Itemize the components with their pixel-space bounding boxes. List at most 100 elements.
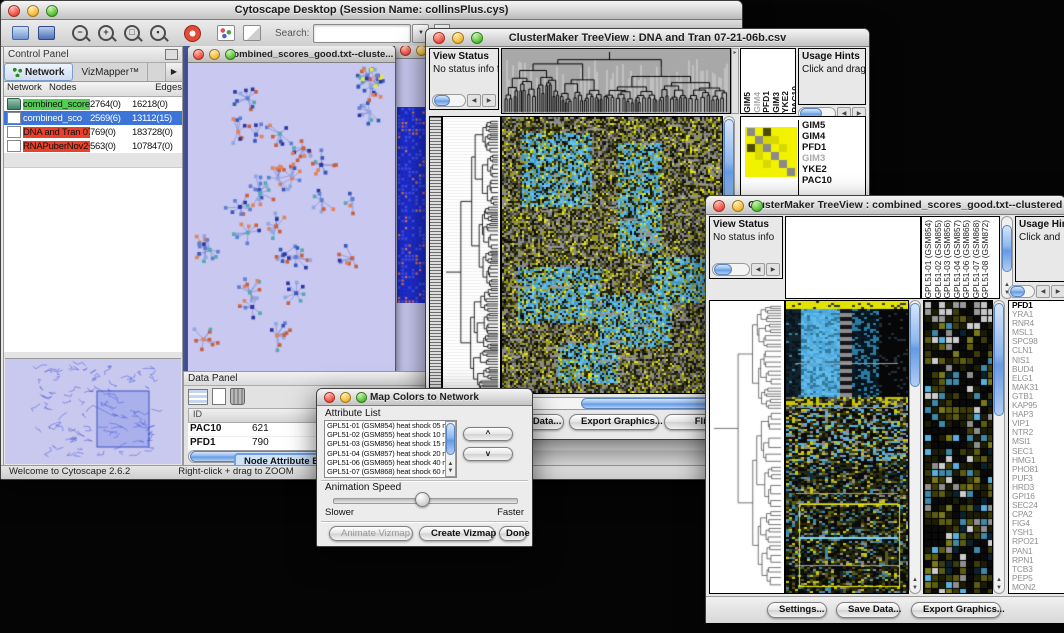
map-colors-dialog[interactable]: Map Colors to Network Attribute List GPL… xyxy=(316,388,533,547)
done-button[interactable]: Done xyxy=(499,526,527,541)
zoom-window-icon[interactable] xyxy=(46,5,58,17)
tv2-save-data-button[interactable]: Save Data... xyxy=(836,602,900,618)
gene-label[interactable]: GIM3 xyxy=(799,153,865,164)
tv1-row-dendrogram[interactable] xyxy=(442,116,501,394)
delete-attribute-icon[interactable] xyxy=(230,388,245,405)
attribute-list-vscrollbar[interactable]: ▲▼ xyxy=(445,421,456,477)
tv2-column-dendrogram[interactable] xyxy=(785,216,921,299)
network-name: RNAPuberNov2+ xyxy=(23,141,90,152)
minimize-icon[interactable] xyxy=(732,200,744,212)
float-panel-icon[interactable] xyxy=(165,49,178,60)
zoom-out-button[interactable]: − xyxy=(69,23,91,43)
dialog-titlebar[interactable]: Map Colors to Network xyxy=(317,389,532,406)
network-view-canvas[interactable] xyxy=(188,63,393,371)
network-table-row[interactable]: DNA and Tran 07 769(0) 183728(0) xyxy=(4,125,182,139)
zoom-window-icon[interactable] xyxy=(225,49,236,60)
zoom-out-icon: − xyxy=(72,25,88,41)
help-button[interactable] xyxy=(181,23,203,43)
close-icon[interactable] xyxy=(400,46,411,56)
tv2-heatmap[interactable] xyxy=(785,300,909,594)
vizmapper-button[interactable] xyxy=(215,23,237,43)
zoom-window-icon[interactable] xyxy=(356,392,367,403)
attribute-item[interactable]: GPL51-01 (GSM854) heat shock 05 min xyxy=(325,421,445,430)
tv2-export-graphics-button[interactable]: Export Graphics... xyxy=(911,602,1001,618)
tv2-view-status-panel: View Status No status info ◀▶ xyxy=(709,216,783,279)
minimize-icon[interactable] xyxy=(209,49,220,60)
search-input[interactable] xyxy=(313,24,411,43)
select-attributes-icon[interactable] xyxy=(188,389,208,405)
attribute-item[interactable]: GPL51-06 (GSM865) heat shock 40 min xyxy=(325,458,445,467)
network-overview[interactable] xyxy=(5,358,181,464)
treeview2-window[interactable]: ClusterMaker TreeView : combined_scores_… xyxy=(705,195,1064,623)
attribute-item[interactable]: GPL51-03 (GSM856) heat shock 15 min xyxy=(325,439,445,448)
attribute-listbox[interactable]: GPL51-01 (GSM854) heat shock 05 minGPL51… xyxy=(324,420,457,478)
network-table-row[interactable]: RNAPuberNov2+ 563(0) 107847(0) xyxy=(4,139,182,153)
close-icon[interactable] xyxy=(433,32,445,44)
network-table-column: Edges xyxy=(152,82,182,96)
network-row-icon xyxy=(7,140,21,152)
close-icon[interactable] xyxy=(324,392,335,403)
column-label[interactable]: GPL51-08 (GSM872) xyxy=(981,220,991,298)
gene-label[interactable]: MON2 xyxy=(1009,583,1064,592)
network-table-row[interactable]: combined_scores 2764(0) 16218(0) xyxy=(4,97,182,111)
tv1-splitter[interactable]: ▸ xyxy=(731,48,739,114)
zoom-selected-button[interactable]: ▪ xyxy=(147,23,169,43)
move-up-button[interactable]: ^ xyxy=(463,427,513,441)
tv2-heatmap-vscrollbar[interactable]: ▲▼ xyxy=(909,300,921,594)
zoom-in-button[interactable]: + xyxy=(95,23,117,43)
attribute-item[interactable]: GPL51-07 (GSM868) heat shock 60 min xyxy=(325,467,445,476)
animate-vizmap-button[interactable]: Animate Vizmap xyxy=(329,526,413,541)
minimize-icon[interactable] xyxy=(27,5,39,17)
save-session-button[interactable] xyxy=(35,23,57,43)
tv1-zoom-heatmap[interactable] xyxy=(745,127,797,177)
tv1-column-dendrogram[interactable] xyxy=(501,48,731,114)
tv2-row-dendrogram[interactable] xyxy=(709,300,785,594)
close-icon[interactable] xyxy=(713,200,725,212)
treeview1-titlebar[interactable]: ClusterMaker TreeView : DNA and Tran 07-… xyxy=(426,29,869,47)
gene-label[interactable]: PAC10 xyxy=(799,175,865,186)
minimize-icon[interactable] xyxy=(452,32,464,44)
tv1-row-label-strip xyxy=(429,116,442,392)
tv2-view-status-scrollbar[interactable]: ◀▶ xyxy=(712,263,780,276)
create-attribute-icon[interactable] xyxy=(212,388,226,405)
gene-label[interactable]: GIM5 xyxy=(799,120,865,131)
annotation-button[interactable] xyxy=(241,23,263,43)
network-view-window-1[interactable]: combined_scores_good.txt--cluste... xyxy=(187,46,396,371)
treeview2-titlebar[interactable]: ClusterMaker TreeView : combined_scores_… xyxy=(706,196,1064,215)
column-label[interactable]: PAC10 xyxy=(791,86,797,113)
tv2-settings-button[interactable]: Settings... xyxy=(767,602,827,618)
network-edges: 107847(0) xyxy=(132,141,182,152)
tv2-zoom-heatmap[interactable] xyxy=(923,300,993,594)
create-vizmap-button[interactable]: Create Vizmap xyxy=(419,526,495,541)
tv1-heatmap[interactable] xyxy=(501,116,723,394)
tab-overflow-button[interactable]: ▶ xyxy=(165,63,182,81)
tv1-view-status-scrollbar[interactable]: ◀▶ xyxy=(432,94,496,107)
tv2-zoom-vscrollbar[interactable]: ▲▼ xyxy=(993,300,1005,594)
tv1-export-graphics-button[interactable]: Export Graphics... xyxy=(569,414,659,430)
move-down-button[interactable]: v xyxy=(463,447,513,461)
zoom-fit-button[interactable]: □ xyxy=(121,23,143,43)
vizmapper-icon xyxy=(217,25,235,41)
tv2-genelist-hscrollbar[interactable]: ◀▶ xyxy=(1008,285,1064,298)
gene-label[interactable]: PFD1 xyxy=(799,142,865,153)
network-view-1-titlebar[interactable]: combined_scores_good.txt--cluste... xyxy=(188,46,395,63)
attribute-item[interactable]: GPL51-02 (GSM855) heat shock 10 min xyxy=(325,430,445,439)
close-icon[interactable] xyxy=(193,49,204,60)
tab-network[interactable]: Network xyxy=(4,63,73,81)
tab-vizmapper[interactable]: VizMapper™ xyxy=(73,63,148,81)
gene-label[interactable]: YKE2 xyxy=(799,164,865,175)
gene-label[interactable]: GIM4 xyxy=(799,131,865,142)
slider-thumb[interactable] xyxy=(415,492,430,507)
network-table-row[interactable]: combined_sco 2569(6) 13112(15) xyxy=(4,111,182,125)
minimize-icon[interactable] xyxy=(340,392,351,403)
open-session-button[interactable] xyxy=(9,23,31,43)
zoom-window-icon[interactable] xyxy=(751,200,763,212)
tv1-usage-hints-text: Click and drag tc xyxy=(799,62,865,75)
tv2-column-labels: GPL51-01 (GSM854)GPL51-02 (GSM855)GPL51-… xyxy=(921,216,1000,299)
network-table-column: Network xyxy=(4,82,46,96)
network-overview-canvas[interactable] xyxy=(5,359,181,464)
attribute-item[interactable]: GPL51-04 (GSM857) heat shock 20 min xyxy=(325,449,445,458)
close-icon[interactable] xyxy=(8,5,20,17)
main-titlebar[interactable]: Cytoscape Desktop (Session Name: collins… xyxy=(1,1,742,20)
zoom-window-icon[interactable] xyxy=(471,32,483,44)
